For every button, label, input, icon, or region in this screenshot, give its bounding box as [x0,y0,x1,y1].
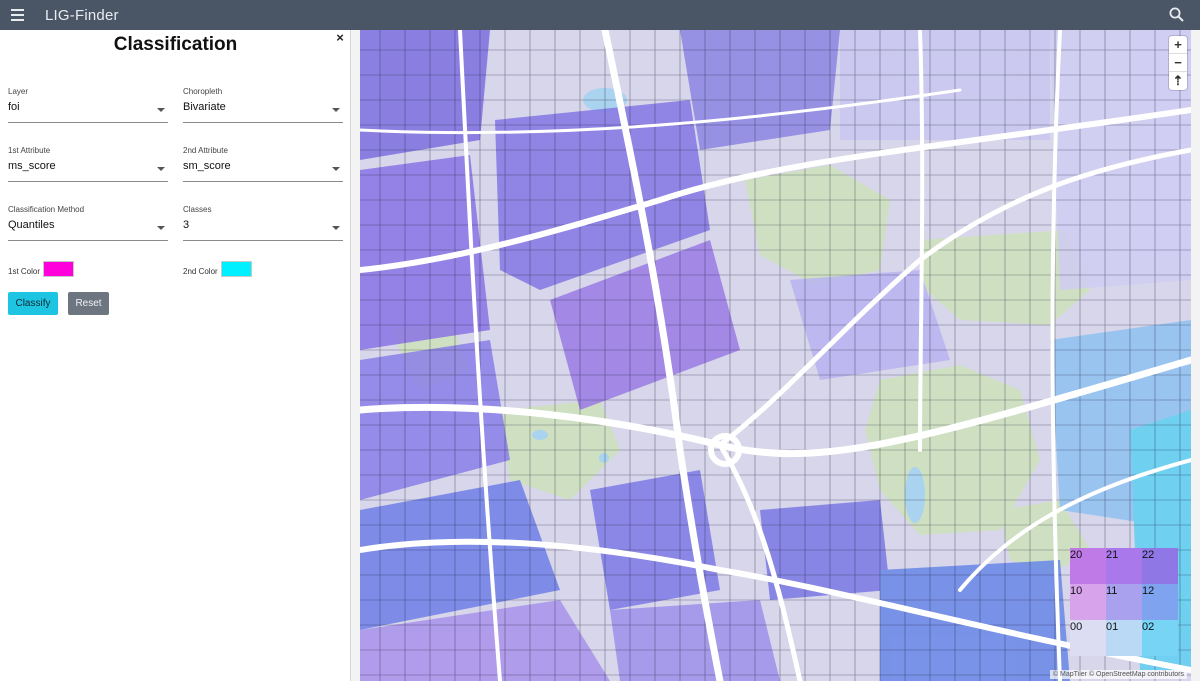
chevron-down-icon [332,108,340,112]
panel-divider [351,30,360,681]
chevron-down-icon [157,167,165,171]
classes-value: 3 [183,219,190,231]
map-attribution[interactable]: © MapTiler © OpenStreetMap contributors [1049,670,1187,679]
classify-button[interactable]: Classify [8,292,58,315]
legend-cell-10: 10 [1070,584,1106,620]
attribute1-value: ms_score [8,160,56,172]
map-canvas[interactable]: + − ⇡ 20 21 22 10 11 12 00 01 02 © MapTiler © Op… [360,30,1191,681]
legend-cell-01: 01 [1106,620,1142,656]
reset-button[interactable]: Reset [68,292,109,315]
layer-value: foi [8,101,20,113]
chevron-down-icon [332,226,340,230]
legend-cell-21: 21 [1106,548,1142,584]
reset-bearing-button[interactable]: ⇡ [1169,72,1187,90]
app-title: LIG-Finder [45,6,119,24]
layer-select[interactable]: foi [8,98,168,123]
color1-label: 1st Color [8,266,41,276]
map-base-layer [360,30,1191,681]
legend-cell-20: 20 [1070,548,1106,584]
chevron-down-icon [157,108,165,112]
app-bar: LIG-Finder [0,0,1200,30]
menu-icon[interactable] [0,0,34,30]
color2-label: 2nd Color [183,266,218,276]
color2-row: 2nd Color [183,261,252,277]
attribute2-select[interactable]: sm_score [183,157,343,182]
choropleth-select[interactable]: Bivariate [183,98,343,123]
zoom-out-button[interactable]: − [1169,54,1187,72]
zoom-in-button[interactable]: + [1169,36,1187,54]
choropleth-label: Choropleth [183,87,223,96]
chevron-down-icon [157,226,165,230]
layer-label: Layer [8,87,29,96]
choropleth-field: Choropleth Bivariate [183,87,343,123]
attribute2-field: 2nd Attribute sm_score [183,146,343,182]
choropleth-value: Bivariate [183,101,226,113]
legend-cell-11: 11 [1106,584,1142,620]
legend-cell-00: 00 [1070,620,1106,656]
classification-panel: × Classification Layer foi Choropleth Bi… [0,30,351,681]
attribute1-select[interactable]: ms_score [8,157,168,182]
attribute2-label: 2nd Attribute [183,146,228,155]
chevron-down-icon [332,167,340,171]
attribute2-value: sm_score [183,160,231,172]
classes-field: Classes 3 [183,205,343,241]
right-edge-gap [1191,30,1200,681]
method-select[interactable]: Quantiles [8,216,168,241]
legend-cell-02: 02 [1142,620,1178,656]
legend-cell-12: 12 [1142,584,1178,620]
color2-swatch[interactable] [220,261,252,277]
classes-label: Classes [183,205,212,214]
color1-swatch[interactable] [43,261,75,277]
method-field: Classification Method Quantiles [8,205,168,241]
panel-title: Classification [113,34,238,55]
map-navigation-control: + − ⇡ [1169,36,1187,90]
color1-row: 1st Color [8,261,75,277]
legend-cell-22: 22 [1142,548,1178,584]
classes-select[interactable]: 3 [183,216,343,241]
search-icon[interactable] [1168,6,1186,24]
layer-field: Layer foi [8,87,168,123]
attribute1-label: 1st Attribute [8,146,51,155]
attribute1-field: 1st Attribute ms_score [8,146,168,182]
bivariate-legend: 20 21 22 10 11 12 00 01 02 [1070,548,1178,656]
method-value: Quantiles [8,219,55,231]
method-label: Classification Method [8,205,85,214]
